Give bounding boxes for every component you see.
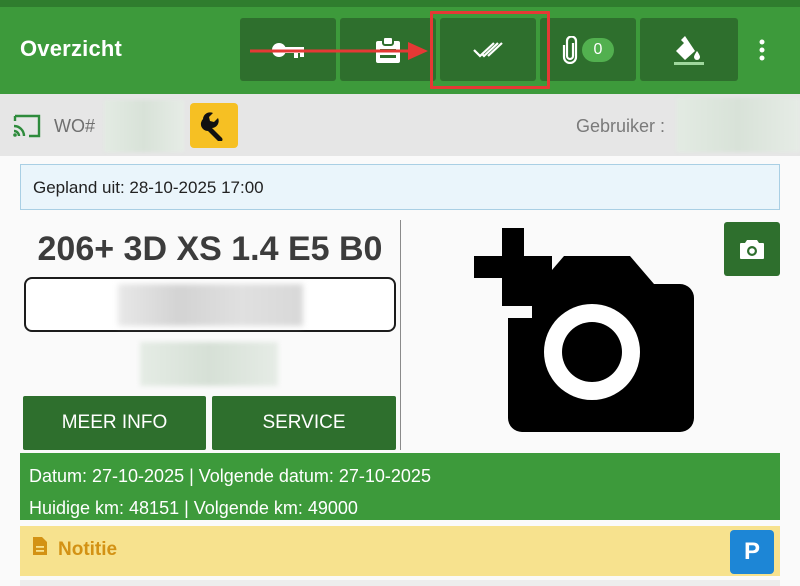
date-info-line: Datum: 27-10-2025 | Volgende datum: 27-1… xyxy=(29,466,431,486)
parking-button[interactable]: P xyxy=(730,530,774,574)
attachments-button[interactable]: 0 xyxy=(540,18,636,81)
km-info-line: Huidige km: 48151 | Volgende km: 49000 xyxy=(29,498,358,518)
wrench-icon xyxy=(200,111,223,141)
wo-number-redacted xyxy=(104,100,184,152)
key-icon xyxy=(272,42,304,58)
service-button[interactable]: SERVICE xyxy=(212,396,396,450)
note-label: Notitie xyxy=(58,539,118,560)
maintenance-info-strip: Datum: 27-10-2025 | Volgende datum: 27-1… xyxy=(20,453,780,520)
add-photo-icon xyxy=(474,228,694,432)
camera-button[interactable] xyxy=(724,222,780,276)
clipboard-icon xyxy=(376,35,400,63)
attachments-count-badge: 0 xyxy=(582,37,614,62)
panel-divider xyxy=(400,220,401,450)
camera-icon xyxy=(740,240,764,259)
bottom-divider xyxy=(20,580,780,586)
clipboard-button[interactable] xyxy=(340,18,436,81)
status-strip xyxy=(0,0,800,7)
page-title: Overzicht xyxy=(20,36,123,61)
more-vert-icon xyxy=(759,39,765,61)
document-icon xyxy=(33,537,47,555)
meer-info-button[interactable]: MEER INFO xyxy=(23,396,206,450)
double-check-icon xyxy=(473,41,503,58)
paperclip-icon xyxy=(562,35,578,64)
vehicle-subinfo-redacted xyxy=(140,342,278,386)
paint-button[interactable] xyxy=(640,18,738,81)
planned-out-info: Gepland uit: 28-10-2025 17:00 xyxy=(20,164,780,210)
license-plate-redacted xyxy=(118,284,303,326)
app-root: Overzicht 0 WO# Gebruiker: Gepland uit:… xyxy=(0,0,800,586)
wo-label: WO# xyxy=(54,116,96,136)
key-button[interactable] xyxy=(240,18,336,81)
complete-button[interactable] xyxy=(440,18,536,81)
user-name-redacted xyxy=(676,98,800,152)
cast-icon xyxy=(13,114,41,138)
note-bar[interactable] xyxy=(20,526,780,576)
vehicle-model: 206+ 3D XS 1.4 E5 B0 xyxy=(37,230,383,268)
wrench-button[interactable] xyxy=(190,103,238,148)
user-label: Gebruiker : xyxy=(576,116,666,136)
overflow-menu-button[interactable] xyxy=(748,34,776,66)
add-photo-button[interactable] xyxy=(472,228,698,437)
paint-bucket-icon xyxy=(674,35,704,65)
